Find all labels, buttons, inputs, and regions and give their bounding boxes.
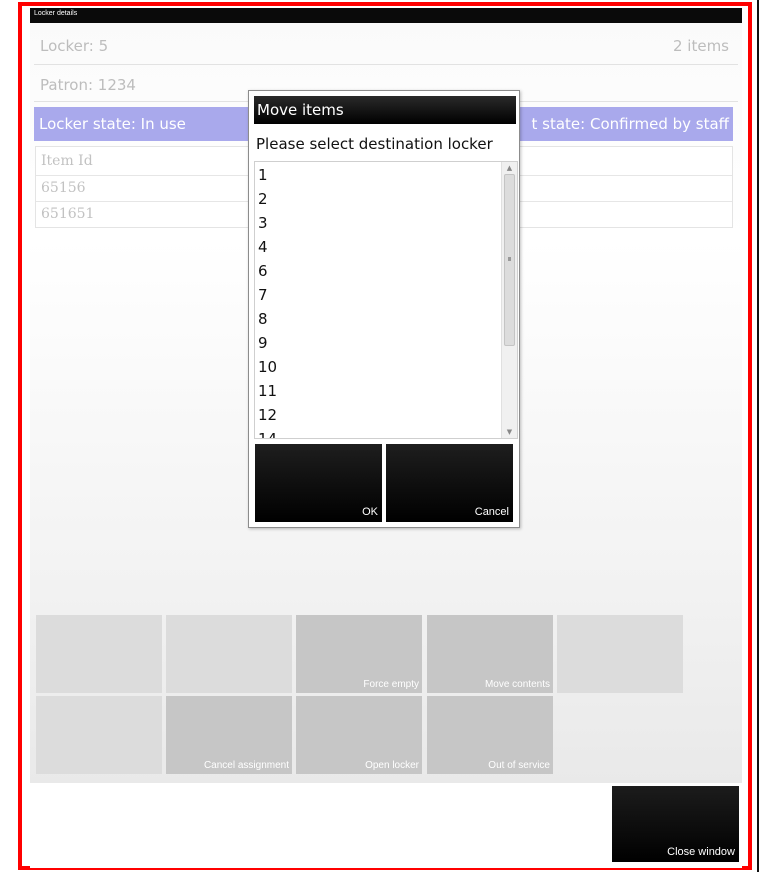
- list-item[interactable]: 10: [258, 355, 277, 379]
- scroll-thumb[interactable]: [504, 174, 515, 346]
- open-locker-label: Open locker: [365, 760, 419, 771]
- cancel-button[interactable]: Cancel: [386, 444, 513, 522]
- open-locker-button[interactable]: Open locker: [296, 696, 422, 774]
- header-divider: [34, 64, 738, 65]
- list-scrollbar[interactable]: ▲ ▼: [501, 162, 517, 438]
- action-tile-empty[interactable]: [557, 615, 683, 693]
- list-item[interactable]: 1: [258, 163, 268, 187]
- locker-label: Locker: 5: [40, 37, 109, 55]
- window-edge-line: [757, 0, 759, 872]
- list-item[interactable]: 2: [258, 187, 268, 211]
- dialog-prompt: Please select destination locker: [256, 135, 493, 153]
- item-id-header: Item Id: [41, 153, 93, 169]
- move-items-dialog: Move items Please select destination loc…: [248, 90, 520, 528]
- list-item[interactable]: 7: [258, 283, 268, 307]
- list-item[interactable]: 14: [258, 427, 277, 438]
- list-item[interactable]: 12: [258, 403, 277, 427]
- ok-label: OK: [362, 506, 378, 518]
- list-item[interactable]: 8: [258, 307, 268, 331]
- move-contents-label: Move contents: [484, 679, 550, 690]
- list-item[interactable]: 11: [258, 379, 277, 403]
- cancel-assignment-label: Cancel assignment: [203, 760, 289, 771]
- cancel-assignment-button[interactable]: Cancel assignment: [166, 696, 292, 774]
- locker-state: Locker state: In use: [39, 115, 186, 133]
- out-of-service-button[interactable]: Out of service: [427, 696, 553, 774]
- list-item[interactable]: 4: [258, 235, 268, 259]
- action-tile-empty[interactable]: [36, 615, 162, 693]
- ok-button[interactable]: OK: [255, 444, 382, 522]
- patron-label: Patron: 1234: [40, 76, 136, 94]
- close-window-label: Close window: [667, 846, 735, 858]
- thumb-grip-icon: [508, 257, 511, 261]
- list-item[interactable]: 6: [258, 259, 268, 283]
- force-empty-label: Force empty: [363, 679, 419, 690]
- force-empty-button[interactable]: Force empty: [296, 615, 422, 693]
- dialog-title: Move items: [257, 101, 344, 119]
- action-tile-empty[interactable]: [36, 696, 162, 774]
- assignment-state: t state: Confirmed by staff: [531, 115, 730, 133]
- cancel-label: Cancel: [474, 506, 509, 518]
- list-item[interactable]: 3: [258, 211, 268, 235]
- dialog-titlebar: Move items: [254, 96, 516, 124]
- window-titlebar: Locker details: [30, 8, 742, 23]
- destination-locker-list[interactable]: 1 2 3 4 6 7 8 9 10 11 12 14 ▲ ▼: [254, 161, 518, 439]
- table-row[interactable]: 65156: [41, 180, 86, 196]
- action-tile-empty[interactable]: [166, 615, 292, 693]
- scroll-down-arrow-icon[interactable]: ▼: [502, 426, 517, 438]
- items-count: 2 items: [672, 37, 729, 55]
- out-of-service-label: Out of service: [488, 760, 550, 771]
- move-contents-button[interactable]: Move contents: [427, 615, 553, 693]
- list-item[interactable]: 9: [258, 331, 268, 355]
- window-title: Locker details: [34, 10, 78, 17]
- close-window-button[interactable]: Close window: [612, 786, 739, 862]
- scroll-up-arrow-icon[interactable]: ▲: [502, 162, 517, 174]
- table-row[interactable]: 651651: [41, 206, 94, 222]
